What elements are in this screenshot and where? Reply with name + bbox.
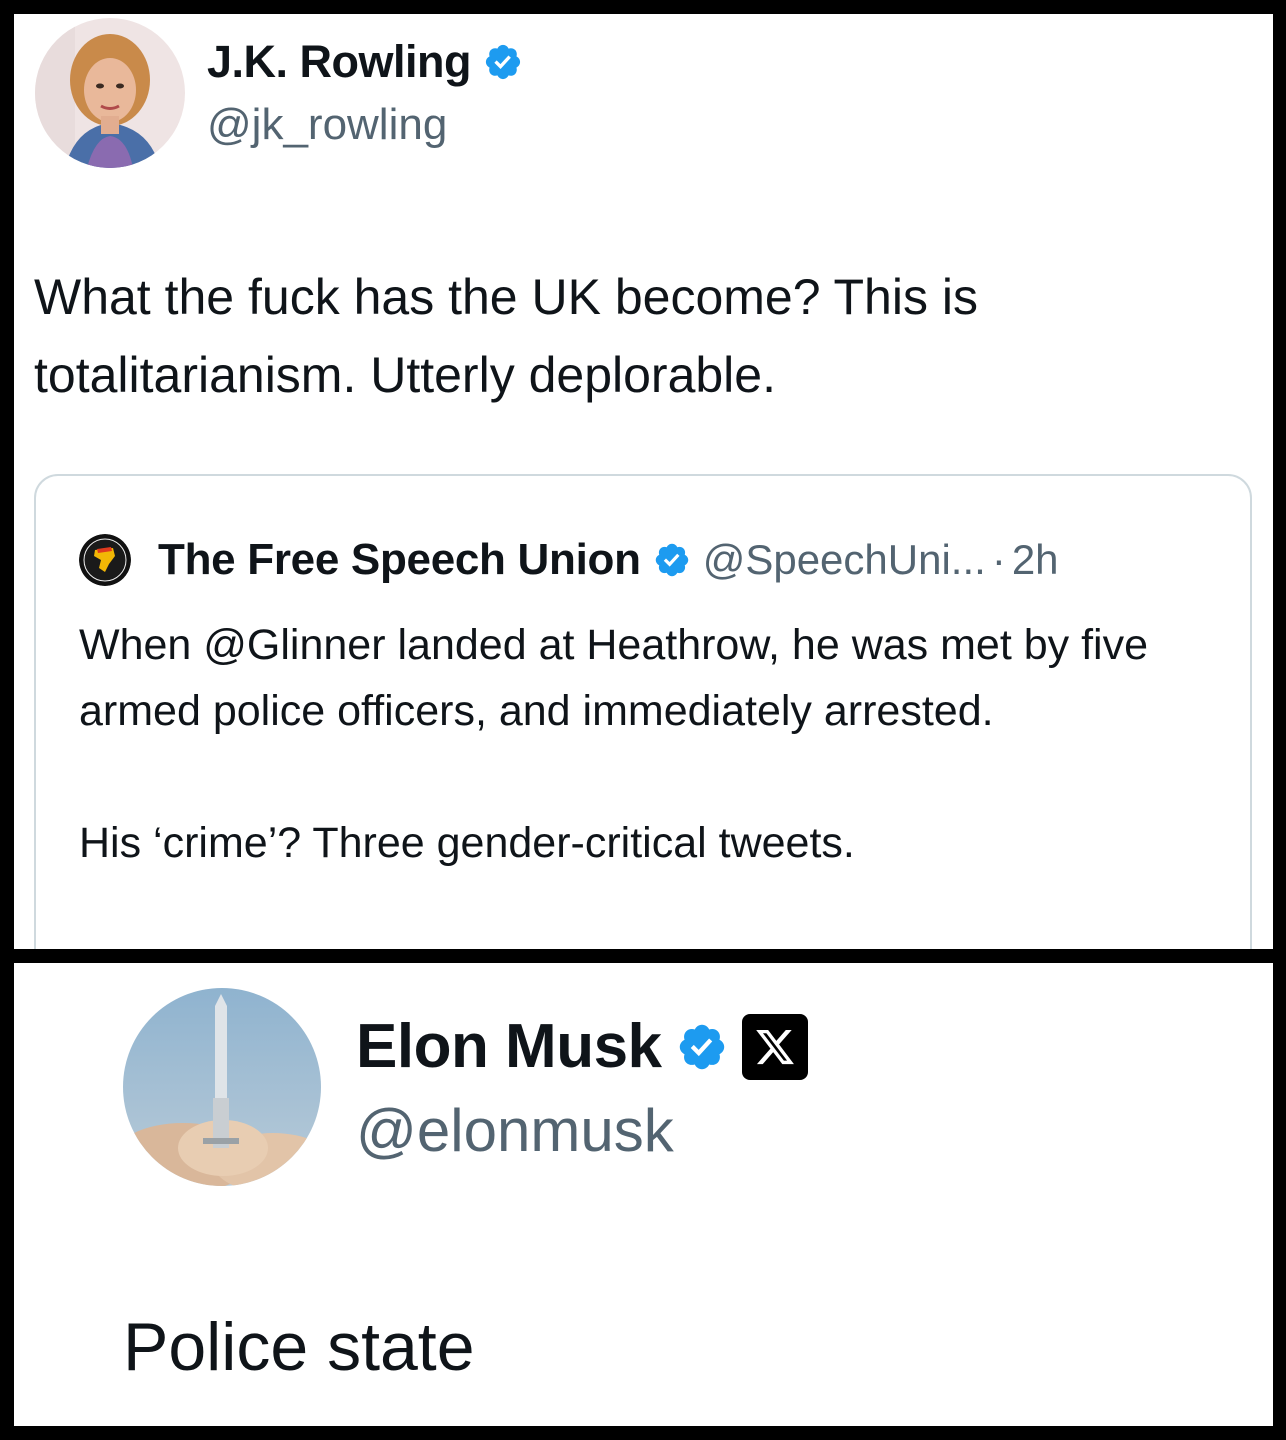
verified-badge-icon <box>483 42 523 82</box>
tweet-text: Police state <box>123 1309 475 1385</box>
verified-badge-icon <box>676 1021 728 1073</box>
quoted-tweet-text: When @Glinner landed at Heathrow, he was… <box>79 612 1229 876</box>
x-logo-icon[interactable] <box>741 1013 808 1080</box>
avatar-elon-musk[interactable] <box>123 988 321 1186</box>
quoted-author-name[interactable]: The Free Speech Union <box>158 535 641 585</box>
author-name[interactable]: J.K. Rowling <box>207 36 523 88</box>
quoted-tweet-paragraph: When @Glinner landed at Heathrow, he was… <box>79 621 1149 735</box>
author-handle[interactable]: @elonmusk <box>356 1096 674 1165</box>
separator-dot: · <box>991 536 1006 583</box>
bottom-screenshot-panel: Elon Musk @elonmusk Police state <box>14 963 1273 1426</box>
author-name[interactable]: Elon Musk <box>356 1011 808 1082</box>
tweet-text: What the fuck has the UK become? This is… <box>34 269 978 403</box>
author-handle[interactable]: @jk_rowling <box>207 100 447 150</box>
quoted-author-handle[interactable]: @SpeechUni... <box>703 536 986 584</box>
author-name-text[interactable]: J.K. Rowling <box>207 36 472 88</box>
top-screenshot-panel: J.K. Rowling @jk_rowling What the fuck h… <box>14 14 1273 949</box>
verified-badge-icon <box>653 541 691 579</box>
quoted-tweet-paragraph: His ‘crime’? Three gender-critical tweet… <box>79 819 855 867</box>
avatar-free-speech-union[interactable] <box>79 534 131 586</box>
quoted-tweet-timestamp[interactable]: 2h <box>1012 536 1059 584</box>
avatar-jk-rowling[interactable] <box>35 18 185 168</box>
quoted-tweet-card[interactable]: The Free Speech Union @SpeechUni... · 2h… <box>34 474 1252 949</box>
quoted-tweet-header: The Free Speech Union @SpeechUni... · 2h <box>158 532 1059 588</box>
author-name-text[interactable]: Elon Musk <box>356 1011 662 1082</box>
